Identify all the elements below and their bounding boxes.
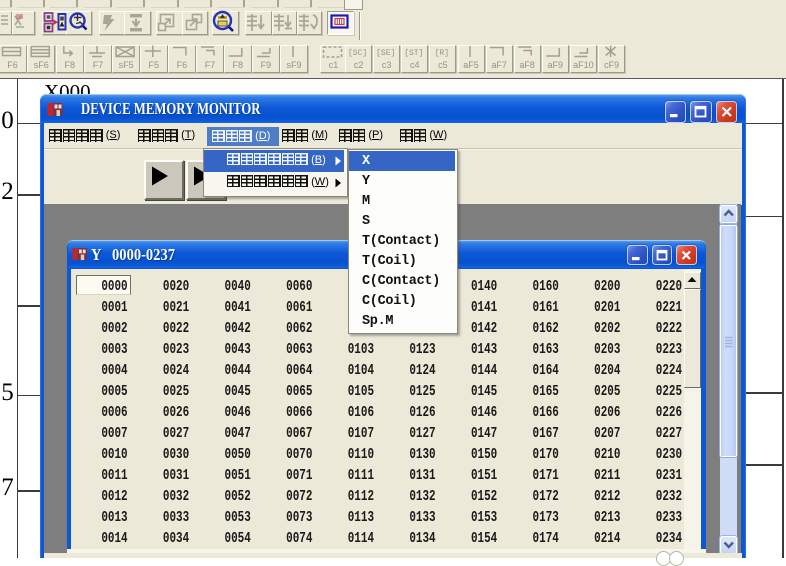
svg-text:[SE]: [SE] (376, 49, 395, 58)
svg-text:[R]: [R] (435, 49, 449, 58)
svg-text:[SC]: [SC] (348, 49, 367, 58)
svg-text:[ST]: [ST] (404, 49, 423, 58)
